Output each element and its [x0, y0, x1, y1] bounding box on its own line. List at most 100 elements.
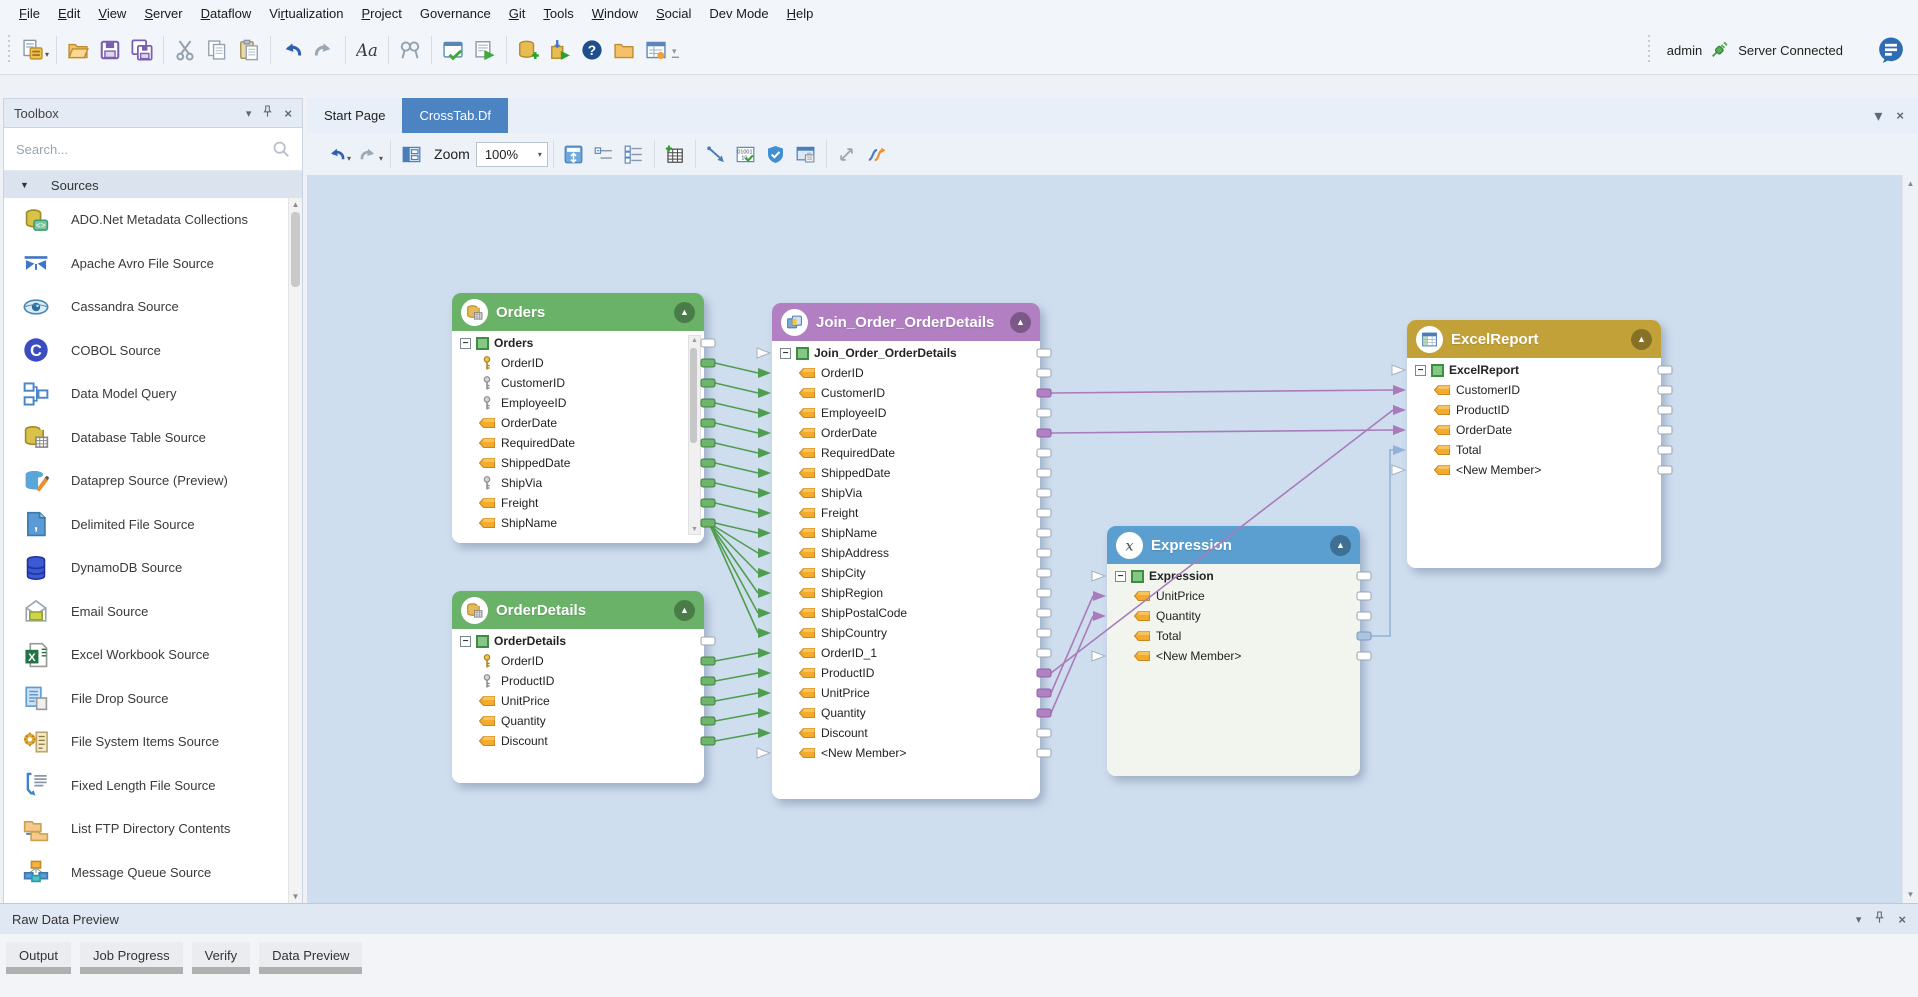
outline-button[interactable]: [589, 139, 619, 169]
field-row-ShipCountry[interactable]: ShipCountry: [772, 623, 1040, 643]
field-row-NewMember[interactable]: <New Member>: [1107, 646, 1360, 666]
field-row-ProductID[interactable]: ProductID: [452, 671, 704, 691]
node-header[interactable]: OrderDetails▲: [452, 591, 704, 629]
toolbox-item-dynamodb-source[interactable]: DynamoDB Source: [4, 546, 302, 590]
field-row-ShippedDate[interactable]: ShippedDate: [452, 453, 704, 473]
toolbox-item-list-ftp-directory-contents[interactable]: List FTP Directory Contents: [4, 807, 302, 851]
toolbox-item-cassandra-source[interactable]: Cassandra Source: [4, 285, 302, 329]
field-row-ShipRegion[interactable]: ShipRegion: [772, 583, 1040, 603]
menu-project[interactable]: Project: [352, 2, 410, 25]
field-row-Total[interactable]: Total: [1407, 440, 1661, 460]
help-button[interactable]: ?: [576, 33, 608, 67]
field-row-OrderDate[interactable]: OrderDate: [1407, 420, 1661, 440]
menu-social[interactable]: Social: [647, 2, 700, 25]
paste-button[interactable]: [233, 33, 265, 67]
field-row-OrderID[interactable]: OrderID: [452, 651, 704, 671]
toolbox-item-message-queue-source[interactable]: Message Queue Source: [4, 851, 302, 895]
toolbox-item-ado-net-metadata-collections[interactable]: <>ADO.Net Metadata Collections: [4, 198, 302, 242]
copy-button[interactable]: [201, 33, 233, 67]
menu-virtualization[interactable]: Virtualization: [260, 2, 352, 25]
resize-button[interactable]: [832, 139, 862, 169]
save-all-button[interactable]: [126, 33, 158, 67]
undo-dropdown-caret[interactable]: ▾: [347, 154, 351, 163]
node-root-row[interactable]: −Expression: [1107, 566, 1360, 586]
verify-window-button[interactable]: [437, 33, 469, 67]
toolbox-scrollbar[interactable]: ▲ ▼: [288, 198, 302, 903]
menu-window[interactable]: Window: [583, 2, 647, 25]
collapse-node-button[interactable]: ▲: [1330, 535, 1351, 556]
collapse-node-button[interactable]: ▲: [674, 600, 695, 621]
new-dropdown-caret[interactable]: ▾: [45, 50, 49, 59]
redo-button[interactable]: [308, 33, 340, 67]
save-button[interactable]: [94, 33, 126, 67]
node-root-row[interactable]: −ExcelReport: [1407, 360, 1661, 380]
field-row-ShippedDate[interactable]: ShippedDate: [772, 463, 1040, 483]
node-root-row[interactable]: −OrderDetails: [452, 631, 704, 651]
field-row-OrderID[interactable]: OrderID: [772, 363, 1040, 383]
tab-crosstab-df[interactable]: CrossTab.Df: [402, 98, 508, 133]
preview-button[interactable]: [396, 139, 426, 169]
list-button[interactable]: [619, 139, 649, 169]
node-header[interactable]: Orders▲: [452, 293, 704, 331]
node-root-row[interactable]: −Orders: [452, 333, 704, 353]
bottom-tab-verify[interactable]: Verify: [192, 942, 251, 974]
toolbox-item-apache-avro-file-source[interactable]: Apache Avro File Source: [4, 242, 302, 286]
field-row-UnitPrice[interactable]: UnitPrice: [1107, 586, 1360, 606]
collapse-node-button[interactable]: ▲: [1010, 312, 1031, 333]
toolbox-item-file-drop-source[interactable]: File Drop Source: [4, 677, 302, 721]
search-input[interactable]: [4, 141, 272, 158]
field-row-Discount[interactable]: Discount: [452, 731, 704, 751]
cut-button[interactable]: [169, 33, 201, 67]
collapse-expander-icon[interactable]: −: [460, 636, 471, 647]
menu-edit[interactable]: Edit: [49, 2, 89, 25]
menu-view[interactable]: View: [89, 2, 135, 25]
field-row-OrderID[interactable]: OrderID: [452, 353, 704, 373]
collapse-node-button[interactable]: ▲: [674, 302, 695, 323]
node-scrollbar[interactable]: ▲▼: [688, 335, 701, 535]
preview-close-icon[interactable]: ×: [1898, 912, 1906, 927]
collapse-expander-icon[interactable]: −: [1415, 365, 1426, 376]
collapse-expander-icon[interactable]: −: [780, 348, 791, 359]
font-button[interactable]: Aa: [351, 33, 383, 67]
toolbox-item-database-table-source[interactable]: Database Table Source: [4, 416, 302, 460]
autosize-button[interactable]: [559, 139, 589, 169]
db-add-button[interactable]: [512, 33, 544, 67]
field-row-ShipCity[interactable]: ShipCity: [772, 563, 1040, 583]
field-row-Discount[interactable]: Discount: [772, 723, 1040, 743]
toolbox-item-fixed-length-file-source[interactable]: Fixed Length File Source: [4, 764, 302, 808]
field-row-UnitPrice[interactable]: UnitPrice: [452, 691, 704, 711]
menu-dev-mode[interactable]: Dev Mode: [700, 2, 777, 25]
toolbar-grip[interactable]: [6, 35, 11, 65]
undo-button[interactable]: [276, 33, 308, 67]
shield-button[interactable]: [761, 139, 791, 169]
node-header[interactable]: xExpression▲: [1107, 526, 1360, 564]
toolbox-close-icon[interactable]: ×: [284, 106, 292, 121]
preview-dropdown-icon[interactable]: ▾: [1856, 913, 1862, 926]
canvas-vertical-scrollbar[interactable]: ▲ ▼: [1902, 175, 1918, 903]
link-button[interactable]: [701, 139, 731, 169]
tab-start-page[interactable]: Start Page: [307, 98, 402, 133]
chat-icon[interactable]: [1878, 37, 1904, 63]
reroute-button[interactable]: [862, 139, 892, 169]
menu-git[interactable]: Git: [500, 2, 535, 25]
field-row-OrderDate[interactable]: OrderDate: [772, 423, 1040, 443]
field-row-EmployeeID[interactable]: EmployeeID: [772, 403, 1040, 423]
field-row-ShipAddress[interactable]: ShipAddress: [772, 543, 1040, 563]
collapse-expander-icon[interactable]: −: [460, 338, 471, 349]
field-row-EmployeeID[interactable]: EmployeeID: [452, 393, 704, 413]
node-excelreport[interactable]: ExcelReport▲−ExcelReportCustomerIDProduc…: [1407, 320, 1661, 568]
field-row-Freight[interactable]: Freight: [772, 503, 1040, 523]
toolbox-dropdown-icon[interactable]: ▾: [246, 107, 252, 120]
bottom-tab-output[interactable]: Output: [6, 942, 71, 974]
node-orderdetails[interactable]: OrderDetails▲−OrderDetailsOrderIDProduct…: [452, 591, 704, 783]
sources-section-header[interactable]: ▼ Sources: [4, 171, 302, 199]
toolbox-item-cobol-source[interactable]: CCOBOL Source: [4, 329, 302, 373]
menu-server[interactable]: Server: [135, 2, 191, 25]
raw-data-preview-bar[interactable]: Raw Data Preview ▾ ×: [0, 903, 1918, 934]
bottom-tab-data-preview[interactable]: Data Preview: [259, 942, 362, 974]
field-row-CustomerID[interactable]: CustomerID: [772, 383, 1040, 403]
tab-list-dropdown-icon[interactable]: ▾: [1874, 106, 1882, 126]
folder-open-button[interactable]: [608, 33, 640, 67]
node-header[interactable]: Join_Order_OrderDetails▲: [772, 303, 1040, 341]
field-row-CustomerID[interactable]: CustomerID: [1407, 380, 1661, 400]
